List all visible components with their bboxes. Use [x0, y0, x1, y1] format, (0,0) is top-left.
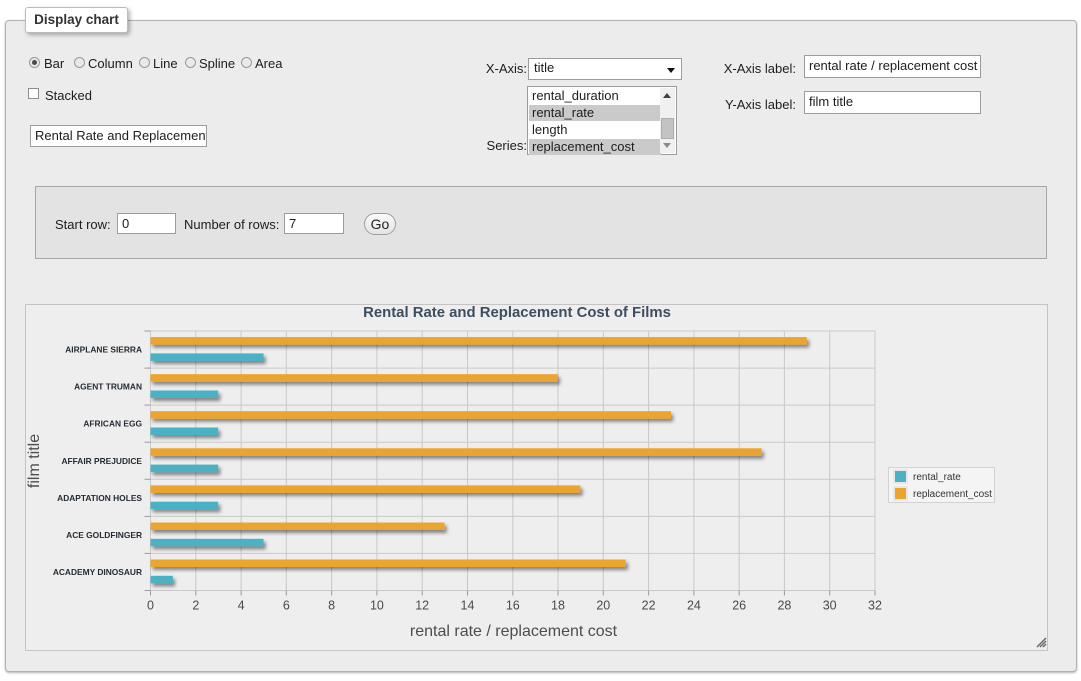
svg-text:32: 32 [868, 599, 882, 613]
svg-text:22: 22 [642, 599, 656, 613]
svg-text:14: 14 [461, 599, 475, 613]
svg-text:20: 20 [596, 599, 610, 613]
svg-text:ACE GOLDFINGER: ACE GOLDFINGER [66, 530, 142, 540]
svg-text:AFFAIR PREJUDICE: AFFAIR PREJUDICE [61, 456, 142, 466]
svg-text:2: 2 [192, 599, 199, 613]
svg-text:ACADEMY DINOSAUR: ACADEMY DINOSAUR [53, 567, 142, 577]
svg-text:ADAPTATION HOLES: ADAPTATION HOLES [57, 493, 142, 503]
svg-text:AIRPLANE SIERRA: AIRPLANE SIERRA [65, 345, 142, 355]
svg-text:rental_rate: rental_rate [913, 472, 961, 483]
svg-text:AFRICAN EGG: AFRICAN EGG [83, 419, 142, 429]
svg-text:film title: film title [26, 434, 43, 488]
svg-text:12: 12 [415, 599, 429, 613]
svg-text:Rental Rate and Replacement Co: Rental Rate and Replacement Cost of Film… [363, 305, 671, 321]
svg-text:AGENT TRUMAN: AGENT TRUMAN [74, 382, 142, 392]
svg-text:26: 26 [732, 599, 746, 613]
svg-text:6: 6 [283, 599, 290, 613]
svg-text:10: 10 [370, 599, 384, 613]
svg-text:0: 0 [147, 599, 154, 613]
svg-text:28: 28 [777, 599, 791, 613]
svg-text:8: 8 [328, 599, 335, 613]
svg-text:4: 4 [238, 599, 245, 613]
svg-text:replacement_cost: replacement_cost [913, 489, 992, 500]
svg-text:rental rate / replacement cost: rental rate / replacement cost [410, 623, 618, 640]
svg-text:30: 30 [823, 599, 837, 613]
svg-text:24: 24 [687, 599, 701, 613]
svg-text:18: 18 [551, 599, 565, 613]
svg-text:16: 16 [506, 599, 520, 613]
